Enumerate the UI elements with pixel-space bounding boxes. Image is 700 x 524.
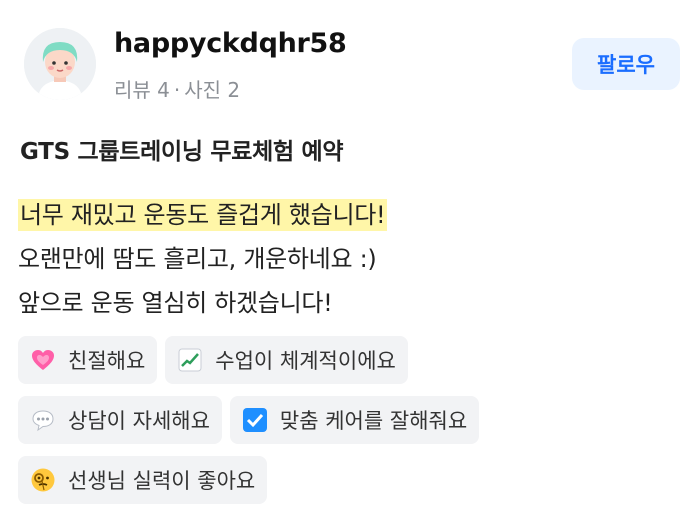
tag-label: 상담이 자세해요 [68,409,210,433]
review-line-3: 앞으로 운동 열심히 하겠습니다! [18,289,333,317]
review-highlight: 너무 재밌고 운동도 즐겁게 했습니다! [18,199,388,231]
avatar[interactable] [24,28,96,100]
follow-button[interactable]: 팔로우 [572,38,680,90]
program-title: GTS 그룹트레이닝 무료체험 예약 [20,139,344,165]
keyword-tags: 친절해요 수업이 체계적이에요 상담이 자세해요 맞춤 케어를 잘해줘요 선생님… [18,336,678,516]
avatar-illustration [24,28,96,100]
chart-increasing-icon [178,348,202,372]
heart-icon [32,350,54,370]
tag-systematic: 수업이 체계적이에요 [165,336,408,384]
username[interactable]: happyckdqhr58 [114,28,347,59]
face-with-monocle-icon [31,468,55,492]
review-text: 너무 재밌고 운동도 즐겁게 했습니다! 오랜만에 땀도 흘리고, 개운하네요 … [18,193,388,325]
review-line-2: 오랜만에 땀도 흘리고, 개운하네요 :) [18,245,377,273]
tag-consultation: 상담이 자세해요 [18,396,222,444]
review-count: 리뷰 4 [114,78,170,102]
tag-label: 수업이 체계적이에요 [215,349,396,373]
tag-kind: 친절해요 [18,336,158,384]
user-stats: 리뷰 4 · 사진 2 [114,74,240,103]
checkbox-icon [242,408,267,432]
tag-label: 선생님 실력이 좋아요 [68,469,256,493]
photo-count: 사진 2 [184,78,241,102]
speech-bubble-icon [32,410,54,432]
tag-label: 맞춤 케어를 잘해줘요 [279,409,468,433]
tag-skill: 선생님 실력이 좋아요 [18,456,268,504]
separator: · [173,78,181,102]
tag-label: 친절해요 [68,349,146,373]
tag-custom-care: 맞춤 케어를 잘해줘요 [229,396,480,444]
